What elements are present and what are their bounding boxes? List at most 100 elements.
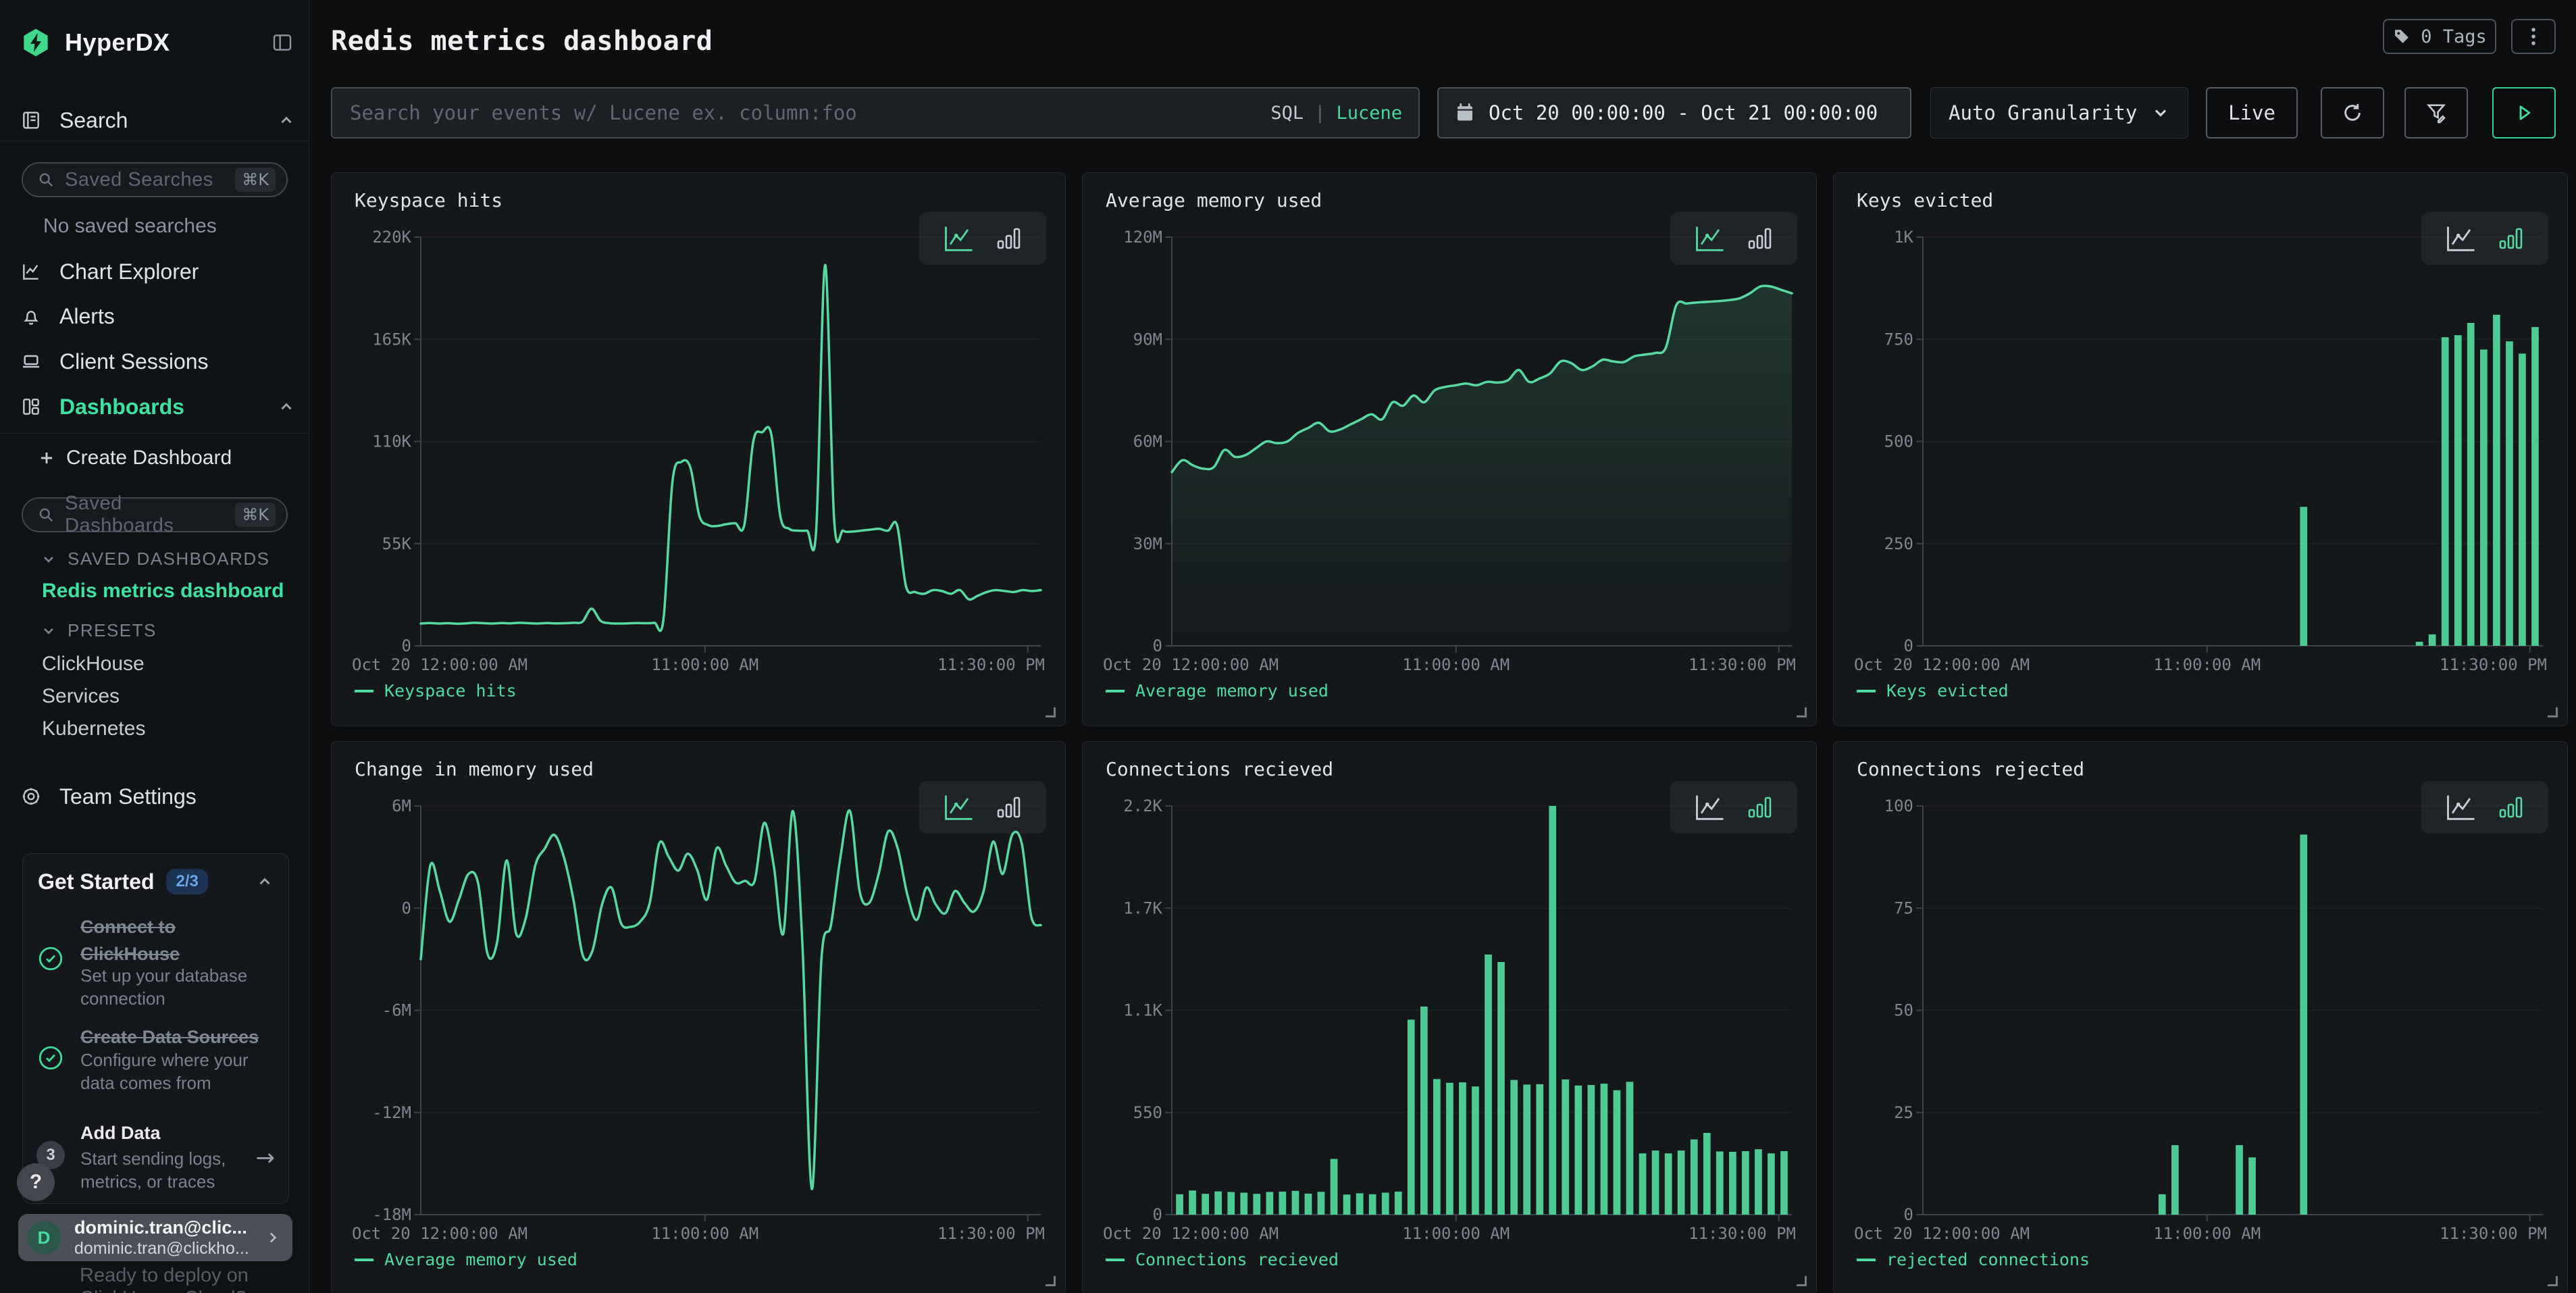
- chevron-up-icon[interactable]: [278, 398, 295, 415]
- legend-label: Keyspace hits: [384, 681, 517, 701]
- divider: [0, 433, 309, 434]
- chart-title: Change in memory used: [355, 758, 594, 780]
- shortcut-badge: ⌘K: [235, 503, 276, 527]
- create-dashboard-button[interactable]: Create Dashboard: [38, 445, 295, 472]
- logo-row: HyperDX: [20, 24, 294, 61]
- svg-text:0: 0: [1153, 636, 1162, 655]
- saved-dashboards-placeholder: Saved Dashboards: [65, 492, 226, 537]
- panel-resize-handle[interactable]: [1797, 707, 1807, 717]
- event-search-box: SQL | Lucene: [331, 87, 1420, 138]
- get-started-item-desc: Configure where your data comes from: [80, 1048, 264, 1094]
- svg-text:11:00:00 AM: 11:00:00 AM: [2153, 1224, 2261, 1243]
- get-started-title: Get Started: [38, 869, 154, 894]
- chevron-down-icon: [2151, 103, 2170, 122]
- sidebar-item-client-sessions[interactable]: Client Sessions: [20, 348, 295, 375]
- chart-title: Connections rejected: [1857, 758, 2084, 780]
- get-started-item-title: Create Data Sources: [80, 1023, 273, 1050]
- sidebar-item-search[interactable]: Search: [20, 107, 295, 134]
- svg-text:1K: 1K: [1894, 228, 1913, 247]
- panel-resize-handle[interactable]: [1046, 707, 1056, 717]
- svg-text:11:00:00 AM: 11:00:00 AM: [1402, 1224, 1510, 1243]
- saved-searches-input[interactable]: Saved Searches ⌘K: [22, 162, 288, 197]
- run-query-button[interactable]: [2492, 87, 2556, 138]
- sidebar-item-team-settings[interactable]: Team Settings: [20, 783, 295, 810]
- chart-panel-change-in-memory-used: Change in memory used 6M0-6M-12M-18MOct …: [331, 741, 1066, 1293]
- sidebar-item-clickhouse[interactable]: ClickHouse: [42, 653, 145, 676]
- search-input[interactable]: [332, 88, 1418, 137]
- legend-swatch: [1857, 1259, 1876, 1261]
- chart-panel-keyspace-hits: Keyspace hits 220K165K110K55K0Oct 20 12:…: [331, 172, 1066, 726]
- saved-dashboards-header[interactable]: SAVED DASHBOARDS: [41, 549, 269, 569]
- search-icon: [36, 505, 55, 524]
- presets-header[interactable]: PRESETS: [41, 620, 157, 641]
- sidebar-item-dashboards[interactable]: Dashboards: [20, 393, 295, 420]
- svg-text:500: 500: [1884, 432, 1913, 451]
- panel-resize-handle[interactable]: [1046, 1276, 1056, 1286]
- filter-edit-button[interactable]: [2404, 87, 2468, 138]
- sidebar-item-label: Chart Explorer: [59, 259, 199, 284]
- panel-resize-handle[interactable]: [2548, 707, 2558, 717]
- svg-text:550: 550: [1133, 1103, 1162, 1122]
- sidebar-item-kubernetes[interactable]: Kubernetes: [42, 717, 145, 740]
- sidebar-item-services[interactable]: Services: [42, 685, 120, 708]
- tags-button[interactable]: 0 Tags: [2383, 19, 2496, 54]
- sidebar-item-redis-dashboard[interactable]: Redis metrics dashboard: [42, 580, 284, 603]
- svg-text:11:30:00 PM: 11:30:00 PM: [2440, 1224, 2547, 1243]
- saved-dashboards-input[interactable]: Saved Dashboards ⌘K: [22, 497, 288, 532]
- chart-plot[interactable]: 120M90M60M30M0Oct 20 12:00:00 AM11:00:00…: [1103, 213, 1797, 686]
- lucene-mode-button[interactable]: Lucene: [1336, 103, 1402, 124]
- gear-icon: [20, 786, 42, 807]
- chart-panel-keys-evicted: Keys evicted 1K7505002500Oct 20 12:00:00…: [1833, 172, 2568, 726]
- get-started-header[interactable]: Get Started 2/3: [38, 869, 274, 894]
- chart-title: Average memory used: [1106, 189, 1322, 211]
- date-range-picker[interactable]: Oct 20 00:00:00 - Oct 21 00:00:00: [1437, 87, 1911, 138]
- svg-text:11:00:00 AM: 11:00:00 AM: [651, 1224, 758, 1243]
- svg-text:25: 25: [1894, 1103, 1913, 1122]
- arrow-right-icon[interactable]: →: [256, 1144, 276, 1171]
- chart-plot[interactable]: 1K7505002500Oct 20 12:00:00 AM11:00:00 A…: [1854, 213, 2548, 686]
- svg-text:75: 75: [1894, 898, 1913, 917]
- svg-text:-6M: -6M: [382, 1001, 411, 1020]
- granularity-select[interactable]: Auto Granularity: [1930, 87, 2188, 138]
- svg-text:165K: 165K: [372, 330, 411, 349]
- main-content: Redis metrics dashboard 0 Tags SQL | Luc…: [309, 0, 2576, 1293]
- chart-plot[interactable]: 6M0-6M-12M-18MOct 20 12:00:00 AM11:00:00…: [352, 782, 1046, 1255]
- chart-plot[interactable]: 1007550250Oct 20 12:00:00 AM11:00:00 AM1…: [1854, 782, 2548, 1255]
- chevron-right-icon: [264, 1229, 282, 1246]
- sidebar-item-chart-explorer[interactable]: Chart Explorer: [20, 258, 295, 285]
- legend-swatch: [355, 690, 373, 692]
- live-button[interactable]: Live: [2206, 87, 2298, 138]
- panel-resize-handle[interactable]: [2548, 1276, 2558, 1286]
- help-button[interactable]: ?: [17, 1163, 55, 1201]
- sidebar-collapse-icon[interactable]: [271, 32, 294, 53]
- chart-plot[interactable]: 2.2K1.7K1.1K5500Oct 20 12:00:00 AM11:00:…: [1103, 782, 1797, 1255]
- get-started-item-title: Add Data: [80, 1119, 273, 1146]
- user-menu[interactable]: D dominic.tran@clic... dominic.tran@clic…: [18, 1214, 292, 1261]
- chart-plot[interactable]: 220K165K110K55K0Oct 20 12:00:00 AM11:00:…: [352, 213, 1046, 686]
- panel-resize-handle[interactable]: [1797, 1276, 1807, 1286]
- chart-explorer-icon: [20, 261, 42, 282]
- chart-panel-connections-received: Connections recieved 2.2K1.7K1.1K5500Oct…: [1082, 741, 1817, 1293]
- svg-text:1.1K: 1.1K: [1123, 1001, 1162, 1020]
- svg-text:-12M: -12M: [372, 1103, 411, 1122]
- legend-label: Keys evicted: [1886, 681, 2009, 701]
- get-started-item-desc: Set up your database connection: [80, 964, 264, 1010]
- get-started-item-title: Connect to ClickHouse: [80, 913, 273, 967]
- chart-legend: Average memory used: [1106, 681, 1329, 701]
- legend-label: Connections recieved: [1135, 1250, 1339, 1269]
- chevron-up-icon[interactable]: [256, 873, 274, 890]
- chevron-up-icon[interactable]: [278, 111, 295, 129]
- svg-text:11:30:00 PM: 11:30:00 PM: [1689, 655, 1796, 674]
- sidebar-item-label: Client Sessions: [59, 349, 209, 374]
- svg-text:11:30:00 PM: 11:30:00 PM: [937, 655, 1045, 674]
- page-title: Redis metrics dashboard: [331, 26, 713, 57]
- svg-text:55K: 55K: [382, 534, 412, 553]
- check-circle-icon: [36, 944, 65, 973]
- sidebar-item-alerts[interactable]: Alerts: [20, 303, 295, 330]
- svg-text:90M: 90M: [1133, 330, 1162, 349]
- panel-menu-button[interactable]: [2511, 19, 2556, 54]
- query-language-toggle: SQL | Lucene: [1270, 103, 1402, 124]
- sql-mode-button[interactable]: SQL: [1270, 103, 1304, 124]
- tag-icon: [2392, 27, 2411, 46]
- refresh-button[interactable]: [2321, 87, 2384, 138]
